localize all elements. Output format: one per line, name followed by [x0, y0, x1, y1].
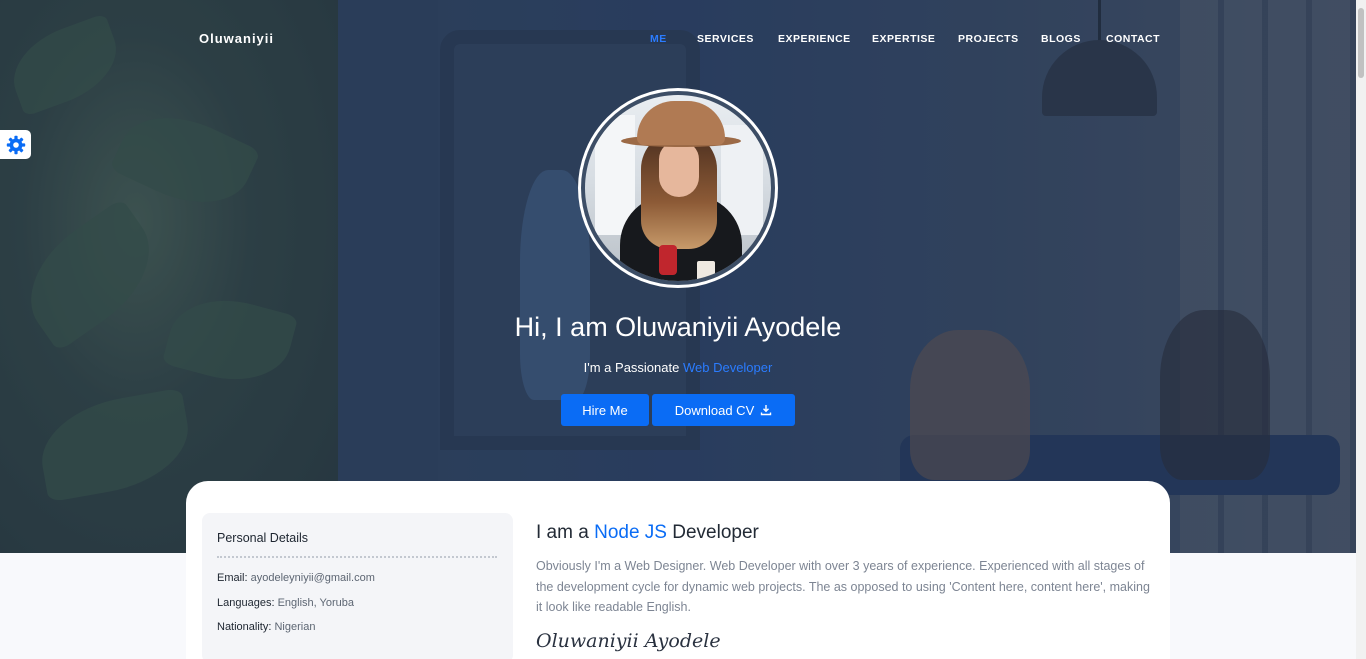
scrollbar[interactable] — [1356, 0, 1366, 659]
detail-value: ayodeleyniyii@gmail.com — [250, 572, 375, 584]
detail-value: English, Yoruba — [277, 597, 355, 609]
nav-item-me[interactable]: ME — [650, 33, 667, 45]
about-card: Personal Details Email: ayodeleyniyii@gm… — [186, 481, 1170, 659]
heading-prefix: I am a — [536, 522, 589, 543]
detail-key: Languages: — [217, 597, 275, 609]
avatar — [578, 88, 778, 288]
hire-me-button[interactable]: Hire Me — [561, 394, 649, 426]
hero-section: Oluwaniyii ME SERVICES EXPERIENCE EXPERT… — [0, 0, 1356, 553]
personal-details-title: Personal Details — [217, 531, 309, 545]
nav-item-projects[interactable]: PROJECTS — [958, 33, 1019, 45]
subtitle-prefix: I'm a Passionate — [583, 360, 680, 375]
personal-details-box: Personal Details Email: ayodeleyniyii@gm… — [202, 513, 513, 659]
detail-languages: Languages: English, Yoruba — [217, 597, 354, 609]
signature: Oluwaniyii Ayodele — [536, 630, 721, 652]
nav-item-blogs[interactable]: BLOGS — [1041, 33, 1081, 45]
hero-subtitle: I'm a Passionate Web Developer — [0, 360, 1356, 375]
heading-accent: Node JS — [594, 522, 667, 543]
heading-suffix: Developer — [672, 522, 759, 543]
nav-item-experience[interactable]: EXPERIENCE — [778, 33, 851, 45]
divider — [217, 556, 497, 558]
detail-value: Nigerian — [274, 621, 316, 633]
download-cv-button[interactable]: Download CV — [652, 394, 795, 426]
detail-email: Email: ayodeleyniyii@gmail.com — [217, 572, 375, 584]
typed-role: Web Developer — [682, 360, 773, 375]
detail-key: Nationality: — [217, 621, 272, 633]
detail-nationality: Nationality: Nigerian — [217, 621, 315, 633]
main-nav: ME SERVICES EXPERIENCE EXPERTISE PROJECT… — [0, 33, 1356, 47]
nav-item-contact[interactable]: CONTACT — [1106, 33, 1160, 45]
avatar-photo — [585, 95, 771, 281]
detail-key: Email: — [217, 572, 248, 584]
download-icon — [761, 405, 772, 416]
nav-item-expertise[interactable]: EXPERTISE — [872, 33, 935, 45]
about-text: Obviously I'm a Web Designer. Web Develo… — [536, 559, 1150, 614]
hire-me-label: Hire Me — [582, 402, 628, 418]
gear-icon — [6, 135, 25, 154]
download-cv-label: Download CV — [674, 402, 755, 418]
scrollbar-thumb[interactable] — [1358, 8, 1364, 78]
nav-item-services[interactable]: SERVICES — [697, 33, 754, 45]
settings-toggle[interactable] — [0, 130, 31, 159]
hero-title: Hi, I am Oluwaniyii Ayodele — [514, 312, 842, 342]
about-heading: I am a Node JS Developer — [536, 522, 759, 544]
